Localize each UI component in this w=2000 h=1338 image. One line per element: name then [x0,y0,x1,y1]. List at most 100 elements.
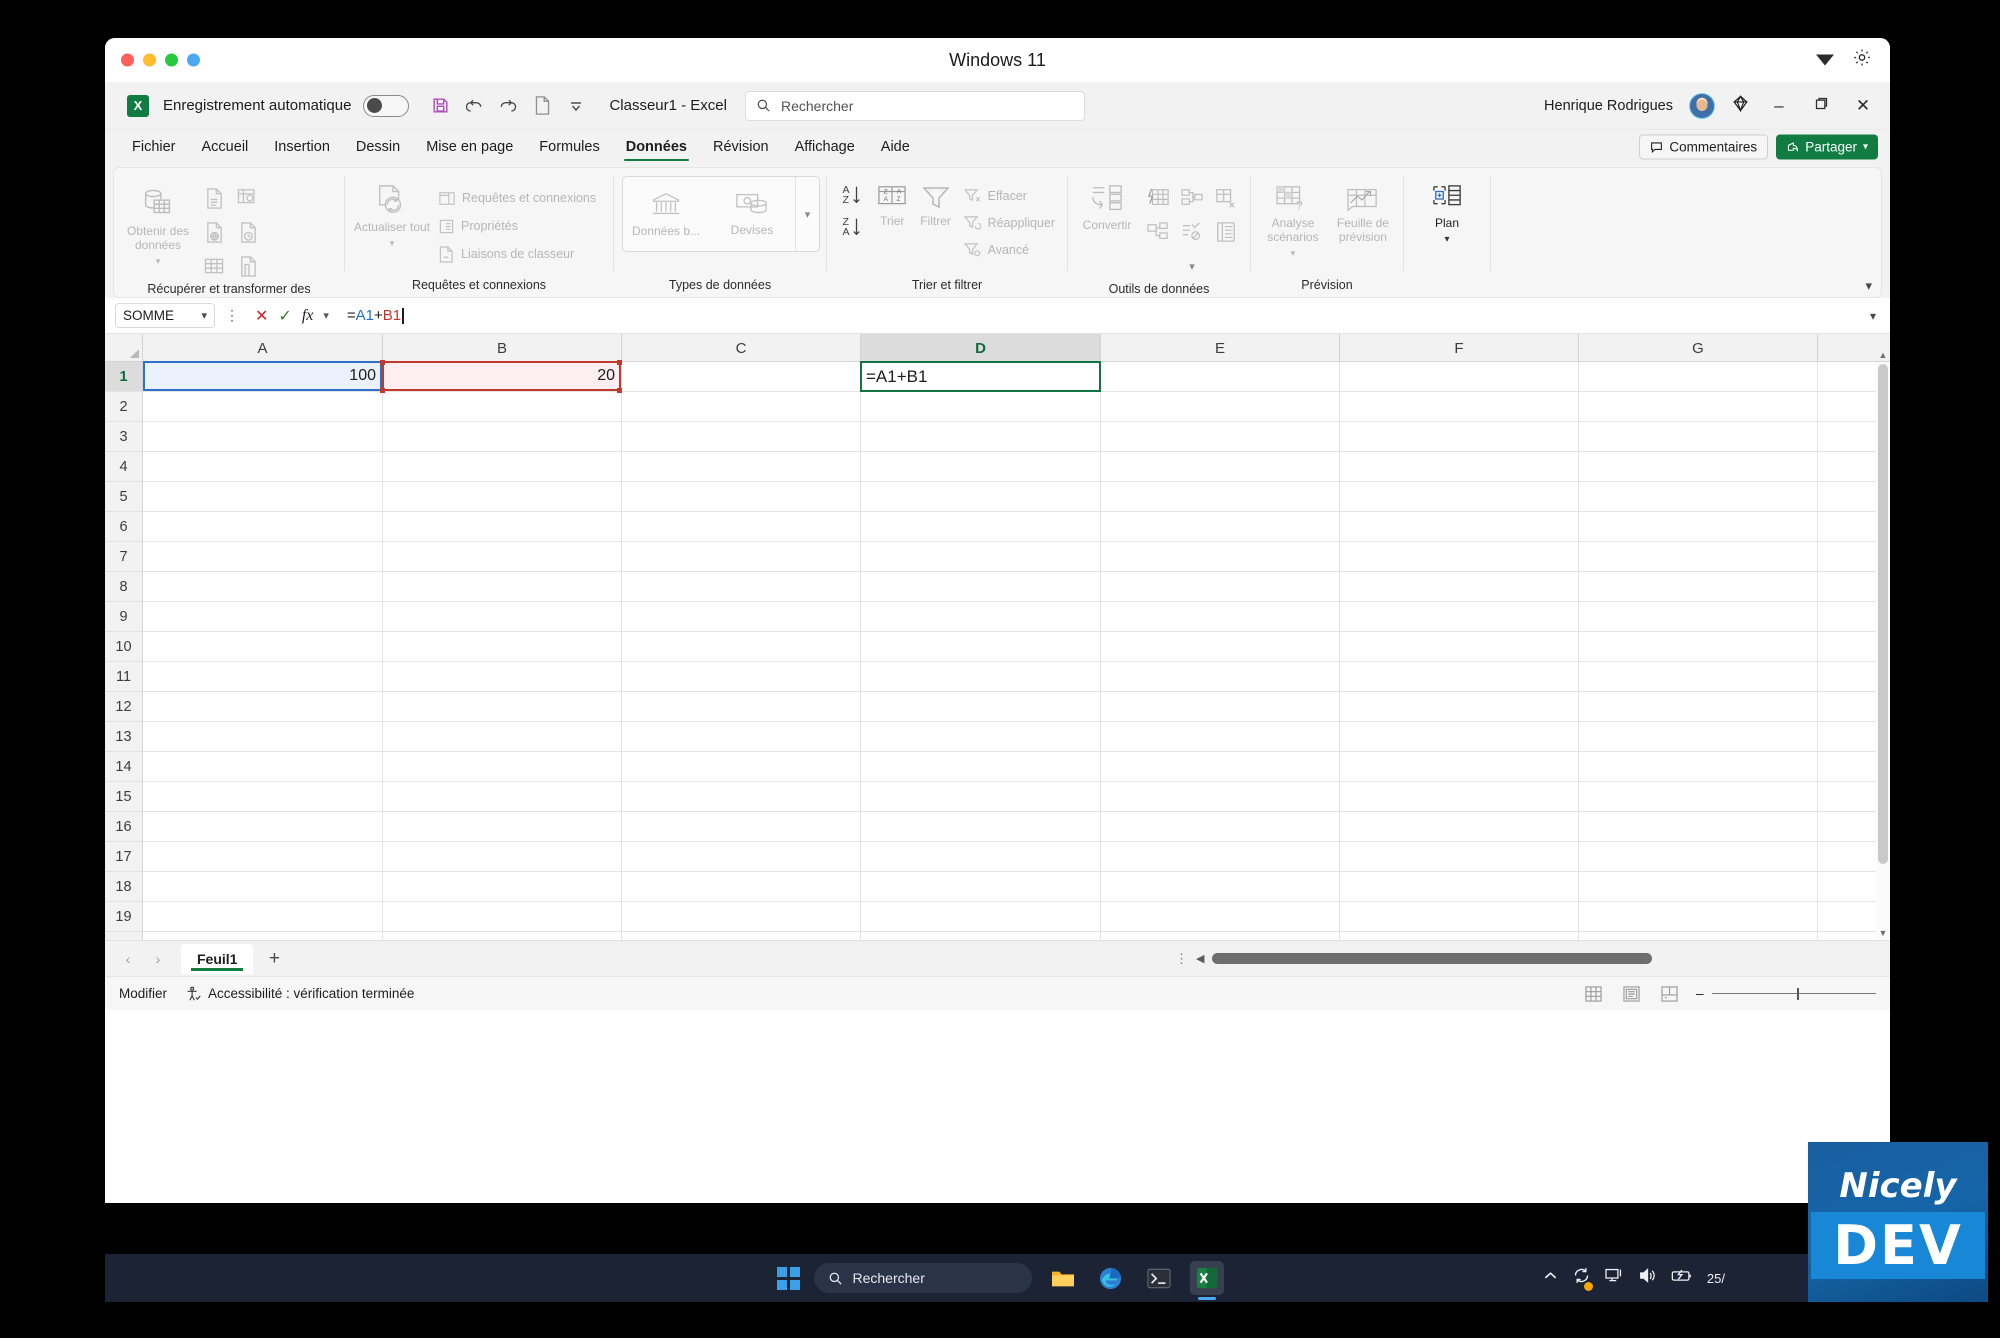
tab-dessin[interactable]: Dessin [343,130,413,163]
page-layout-icon[interactable] [1620,984,1642,1004]
tab-formules[interactable]: Formules [526,130,612,163]
row-header-4[interactable]: 4 [105,452,142,482]
select-all-corner[interactable] [105,334,143,362]
row-header-6[interactable]: 6 [105,512,142,542]
properties-button[interactable]: Propriétés [435,212,600,240]
row-header-18[interactable]: 18 [105,872,142,902]
redo-icon[interactable] [493,91,523,121]
from-recent-sources-icon[interactable] [232,216,264,248]
chevron-down-icon[interactable]: ▾ [1176,250,1208,282]
windows-update-icon[interactable] [1572,1266,1593,1291]
chevron-down-icon[interactable]: ▾ [795,177,819,251]
normal-view-icon[interactable] [1582,984,1604,1004]
edge-browser-icon[interactable] [1094,1261,1128,1295]
tab-aide[interactable]: Aide [868,130,923,163]
column-header-a[interactable]: A [143,334,383,362]
row-header-9[interactable]: 9 [105,602,142,632]
collapse-ribbon-icon[interactable]: ▾ [1865,278,1872,294]
row-header-15[interactable]: 15 [105,782,142,812]
search-input[interactable]: Rechercher [745,90,1085,121]
horizontal-scrollbar[interactable] [1212,953,1850,964]
sheet-tab-feuil1[interactable]: Feuil1 [181,943,254,974]
relationships-icon[interactable] [1142,216,1174,248]
existing-connections-icon[interactable] [232,250,264,282]
scroll-up-icon[interactable]: ▲ [1876,348,1890,362]
tab-accueil[interactable]: Accueil [189,130,262,163]
save-icon[interactable] [425,91,455,121]
refresh-all-button[interactable]: Actualiser tout ▾ [353,176,431,248]
row-header-13[interactable]: 13 [105,722,142,752]
close-button[interactable]: ✕ [1850,96,1876,116]
settings-gear-icon[interactable] [1852,48,1872,73]
restore-button[interactable] [1808,96,1834,116]
row-header-8[interactable]: 8 [105,572,142,602]
enter-icon[interactable]: ✓ [278,306,291,326]
reapply-filter-button[interactable]: Réappliquer [960,209,1059,236]
volume-icon[interactable] [1638,1267,1657,1289]
file-explorer-icon[interactable] [1046,1261,1080,1295]
column-header-d[interactable]: D [861,334,1101,362]
outline-button[interactable]: Plan ▾ [1414,176,1480,245]
insert-function-icon[interactable]: fx [302,307,314,325]
autosave-toggle[interactable] [363,94,410,117]
data-validation-icon[interactable] [1176,216,1208,248]
vertical-scroll-thumb[interactable] [1878,364,1888,864]
cancel-icon[interactable]: ✕ [255,306,268,326]
filter-button[interactable]: Filtrer [916,176,956,229]
undo-icon[interactable] [459,91,489,121]
cell-A1[interactable]: 100 [143,362,382,391]
add-sheet-button[interactable]: + [257,948,291,970]
chevron-right-icon[interactable]: › [145,951,171,967]
row-header-17[interactable]: 17 [105,842,142,872]
scroll-left-icon[interactable]: ◀ [1196,952,1204,965]
more-options-icon[interactable]: ⋮ [221,307,243,324]
tab-revision[interactable]: Révision [700,130,782,163]
cell-area[interactable]: 100 20 =A1+B1 [143,360,1890,940]
remove-duplicates-icon[interactable] [1210,182,1242,214]
column-header-e[interactable]: E [1101,334,1340,362]
avatar[interactable] [1689,92,1715,119]
row-header-1[interactable]: 1 [105,362,142,392]
convert-button[interactable]: Convertir [1076,176,1138,233]
network-icon[interactable] [1605,1267,1624,1289]
vertical-scrollbar[interactable]: ▲ ▼ [1876,350,1890,940]
what-if-analysis-button[interactable]: ? Analyse scénarios ▾ [1259,176,1327,258]
get-data-button[interactable]: Obtenir des données ▾ [122,176,194,266]
zoom-out-button[interactable]: – [1696,986,1704,1001]
taskbar-search-input[interactable]: Rechercher [813,1263,1032,1293]
data-types-gallery[interactable]: Données b... Devises ▾ [622,176,820,252]
column-header-c[interactable]: C [622,334,861,362]
page-break-icon[interactable] [1658,984,1680,1004]
new-document-icon[interactable] [527,91,557,121]
row-header-19[interactable]: 19 [105,902,142,932]
row-header-11[interactable]: 11 [105,662,142,692]
data-type-currencies[interactable]: Devises [709,177,795,251]
row-header-5[interactable]: 5 [105,482,142,512]
chevron-left-icon[interactable]: ‹ [115,951,141,967]
show-hidden-icons-icon[interactable] [1543,1269,1558,1287]
name-box[interactable]: SOMME ▾ [115,303,215,328]
row-header-14[interactable]: 14 [105,752,142,782]
cell-D1-active[interactable]: =A1+B1 [860,361,1101,392]
zoom-track[interactable] [1711,987,1876,1000]
from-text-csv-icon[interactable] [198,182,230,214]
workbook-links-button[interactable]: Liaisons de classeur [435,240,600,268]
comments-button[interactable]: Commentaires [1639,134,1769,159]
from-web-icon[interactable] [198,216,230,248]
data-type-stocks[interactable]: Données b... [623,177,709,251]
row-header-7[interactable]: 7 [105,542,142,572]
dropdown-triangle-icon[interactable] [1816,54,1834,66]
battery-icon[interactable] [1671,1268,1693,1288]
minimize-button[interactable]: – [1766,96,1792,116]
accessibility-status[interactable]: Accessibilité : vérification terminée [185,986,414,1002]
taskbar-date[interactable]: 25/ [1707,1271,1725,1286]
cell-B1[interactable]: 20 [382,362,621,391]
sort-ascending-icon[interactable]: AZ [835,180,869,210]
column-header-f[interactable]: F [1340,334,1579,362]
tab-fichier[interactable]: Fichier [119,130,189,163]
column-header-g[interactable]: G [1579,334,1818,362]
from-picture-icon[interactable] [232,182,264,214]
row-header-2[interactable]: 2 [105,392,142,422]
more-options-icon[interactable]: ⋮ [1175,951,1188,967]
sort-button[interactable]: Z A A Z Trier [873,176,912,229]
